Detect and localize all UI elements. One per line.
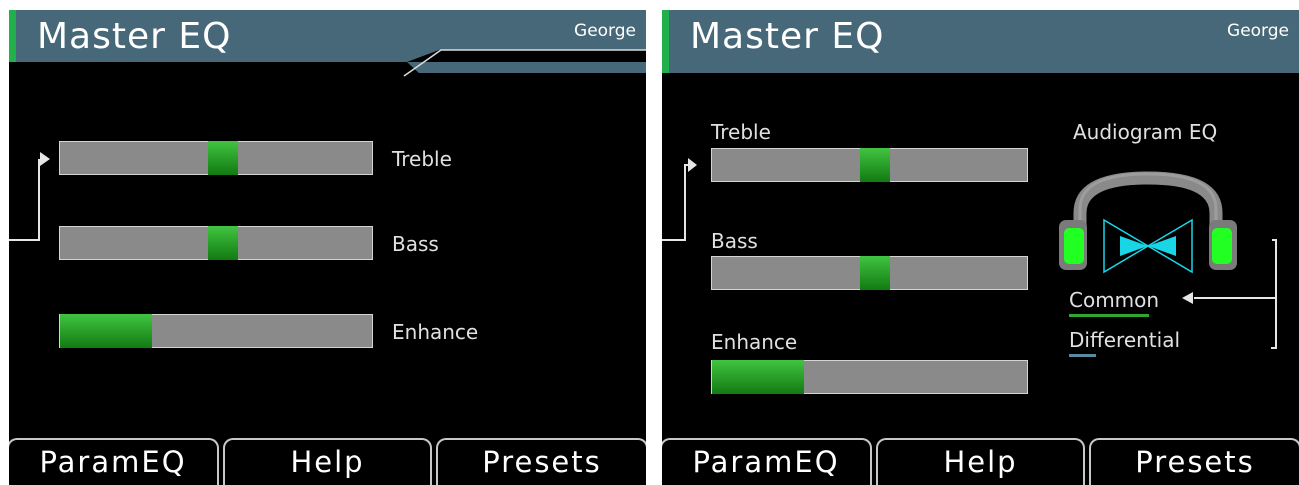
help-button[interactable]: Help [223, 438, 432, 485]
treble-label: Treble [392, 147, 452, 171]
treble-slider[interactable] [59, 141, 373, 175]
presets-button[interactable]: Presets [436, 438, 646, 485]
enhance-label: Enhance [392, 320, 479, 344]
help-button[interactable]: Help [876, 438, 1085, 485]
arrow-left-icon [1182, 239, 1277, 349]
header-accent [662, 10, 669, 73]
treble-slider-thumb[interactable] [208, 141, 238, 175]
master-eq-screen-audiogram-layout: Master EQ George Treble Bass Enhance Aud… [662, 10, 1299, 485]
parameq-button[interactable]: ParamEQ [9, 438, 219, 485]
presets-button[interactable]: Presets [1089, 438, 1299, 485]
treble-slider-thumb[interactable] [860, 148, 890, 182]
treble-label: Treble [711, 120, 771, 144]
bass-slider[interactable] [59, 226, 373, 260]
audiogram-eq-title: Audiogram EQ [1073, 120, 1218, 144]
bass-slider[interactable] [711, 256, 1028, 290]
footer-bar: ParamEQ Help Presets [9, 438, 646, 485]
bass-slider-thumb[interactable] [860, 256, 890, 290]
bass-label: Bass [711, 229, 758, 253]
enhance-slider-fill [712, 360, 804, 394]
eq-option-common[interactable]: Common [1069, 288, 1159, 312]
header-notch-decoration [9, 49, 646, 77]
parameq-button[interactable]: ParamEQ [662, 438, 872, 485]
footer-bar: ParamEQ Help Presets [662, 438, 1299, 485]
treble-slider[interactable] [711, 148, 1028, 182]
page-title: Master EQ [690, 16, 885, 57]
selection-pointer-icon [9, 152, 50, 241]
selection-pointer-icon [662, 158, 697, 241]
enhance-slider[interactable] [711, 360, 1028, 394]
header-bar: Master EQ George [662, 10, 1299, 73]
bass-label: Bass [392, 232, 439, 256]
eq-option-differential[interactable]: Differential [1069, 328, 1180, 352]
master-eq-screen-slider-layout: Master EQ George Treble Bass Enhance Par… [9, 10, 646, 485]
enhance-slider[interactable] [59, 314, 373, 348]
enhance-slider-fill [60, 314, 152, 348]
bass-slider-thumb[interactable] [208, 226, 238, 260]
user-name: George [1227, 21, 1289, 41]
enhance-label: Enhance [711, 330, 798, 354]
differential-underline [1069, 354, 1096, 357]
common-underline [1069, 314, 1149, 317]
